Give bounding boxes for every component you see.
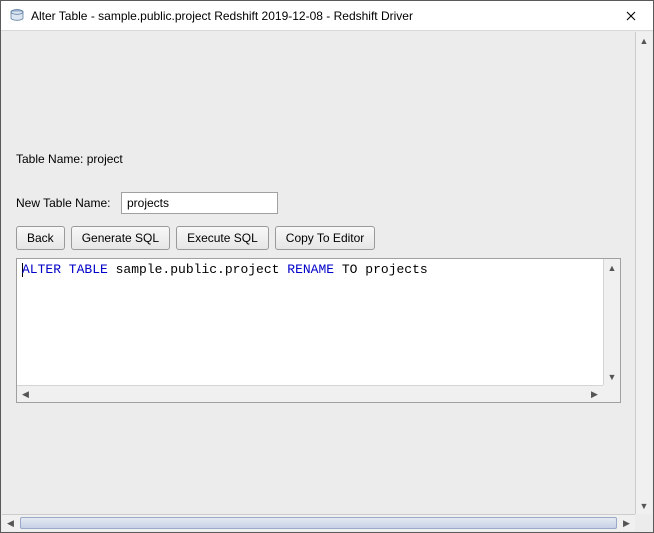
button-row: Back Generate SQL Execute SQL Copy To Ed… bbox=[16, 226, 621, 250]
scroll-corner bbox=[603, 385, 620, 402]
scroll-up-icon[interactable]: ▲ bbox=[636, 32, 652, 49]
scroll-up-icon[interactable]: ▲ bbox=[604, 259, 620, 276]
table-name-value: project bbox=[87, 152, 123, 166]
new-table-name-label: New Table Name: bbox=[16, 196, 121, 210]
title-bar: Alter Table - sample.public.project Reds… bbox=[1, 1, 653, 31]
sql-vertical-scrollbar[interactable]: ▲ ▼ bbox=[603, 259, 620, 385]
new-table-name-input[interactable] bbox=[121, 192, 278, 214]
window-title: Alter Table - sample.public.project Reds… bbox=[31, 9, 608, 23]
sql-preview-panel: ALTER TABLE sample.public.project RENAME… bbox=[16, 258, 621, 403]
outer-horizontal-scrollbar[interactable]: ◀ ▶ bbox=[2, 514, 635, 531]
scroll-left-icon[interactable]: ◀ bbox=[2, 515, 19, 531]
client-area: Table Name: project New Table Name: Back… bbox=[1, 31, 653, 532]
sql-keyword: RENAME bbox=[287, 262, 334, 277]
sql-horizontal-scrollbar[interactable]: ◀ ▶ bbox=[17, 385, 603, 402]
table-name-label: Table Name: bbox=[16, 152, 83, 166]
app-icon bbox=[9, 8, 25, 24]
scroll-right-icon[interactable]: ▶ bbox=[586, 386, 603, 402]
outer-vertical-scrollbar[interactable]: ▲ ▼ bbox=[635, 32, 652, 514]
sql-text: TO bbox=[334, 262, 365, 277]
scroll-right-icon[interactable]: ▶ bbox=[618, 515, 635, 531]
scroll-down-icon[interactable]: ▼ bbox=[604, 368, 620, 385]
scroll-left-icon[interactable]: ◀ bbox=[17, 386, 34, 402]
sql-ident: sample.public.project bbox=[108, 262, 287, 277]
scroll-down-icon[interactable]: ▼ bbox=[636, 497, 652, 514]
generate-sql-button[interactable]: Generate SQL bbox=[71, 226, 170, 250]
table-name-row: Table Name: project bbox=[16, 152, 621, 166]
scroll-thumb[interactable] bbox=[20, 517, 617, 529]
copy-to-editor-button[interactable]: Copy To Editor bbox=[275, 226, 376, 250]
close-button[interactable] bbox=[608, 1, 653, 30]
sql-keyword: ALTER TABLE bbox=[22, 262, 108, 277]
execute-sql-button[interactable]: Execute SQL bbox=[176, 226, 269, 250]
content-panel: Table Name: project New Table Name: Back… bbox=[2, 32, 635, 514]
sql-text-area[interactable]: ALTER TABLE sample.public.project RENAME… bbox=[17, 259, 603, 385]
new-table-name-row: New Table Name: bbox=[16, 192, 621, 214]
back-button[interactable]: Back bbox=[16, 226, 65, 250]
sql-ident: projects bbox=[365, 262, 427, 277]
